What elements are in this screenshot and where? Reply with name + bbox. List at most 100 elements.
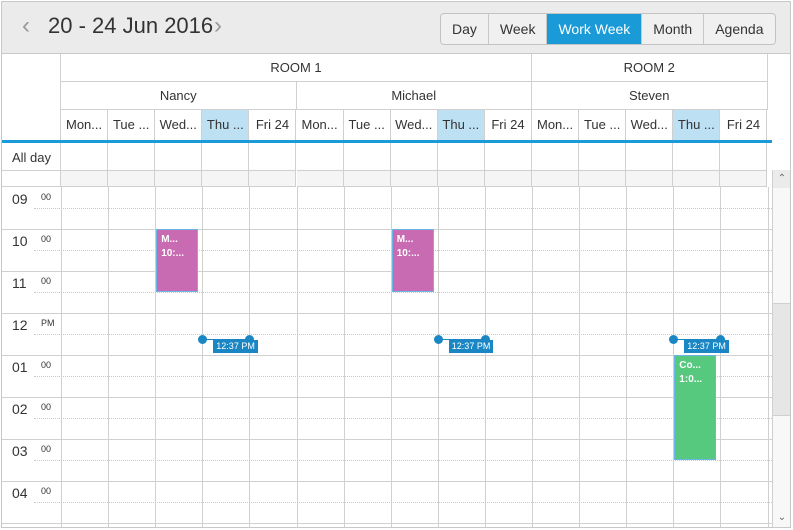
allday-gap-cell bbox=[437, 171, 485, 187]
view-button-week[interactable]: Week bbox=[489, 14, 548, 44]
day-header[interactable]: Tue ... bbox=[579, 110, 627, 140]
day-header[interactable]: Mon... bbox=[532, 110, 580, 140]
allday-cell[interactable] bbox=[437, 143, 485, 171]
scroll-down-icon[interactable]: ⌄ bbox=[773, 509, 790, 527]
allday-cell[interactable] bbox=[108, 143, 156, 171]
resource-header: Steven bbox=[532, 82, 768, 110]
allday-gap-cell bbox=[61, 171, 109, 187]
allday-cell[interactable] bbox=[202, 143, 250, 171]
view-button-work-week[interactable]: Work Week bbox=[547, 14, 643, 44]
day-header[interactable]: Tue ... bbox=[108, 110, 156, 140]
day-header[interactable]: Mon... bbox=[61, 110, 109, 140]
allday-cell[interactable] bbox=[61, 143, 109, 171]
day-header[interactable]: Wed... bbox=[155, 110, 203, 140]
view-button-month[interactable]: Month bbox=[642, 14, 705, 44]
day-header[interactable]: Fri 24 bbox=[484, 110, 532, 140]
appointment-title: M... bbox=[161, 234, 178, 245]
work-cell-column[interactable] bbox=[485, 187, 532, 527]
allday-gap-cell bbox=[673, 171, 721, 187]
day-header[interactable]: Wed... bbox=[390, 110, 438, 140]
work-cell-column[interactable] bbox=[438, 187, 485, 527]
work-cell-column[interactable] bbox=[249, 187, 296, 527]
work-cell-column[interactable] bbox=[532, 187, 579, 527]
appointment-time: 1:0... bbox=[679, 374, 703, 385]
allday-cell[interactable] bbox=[673, 143, 721, 171]
appointment-title: Co... bbox=[679, 360, 701, 371]
day-header[interactable]: Tue ... bbox=[343, 110, 391, 140]
allday-gap-cell bbox=[249, 171, 297, 187]
allday-cell[interactable] bbox=[626, 143, 674, 171]
scheduler-toolbar: ‹ 20 - 24 Jun 2016 › Day Week Work Week Mon… bbox=[2, 2, 790, 54]
allday-gap-cell bbox=[532, 171, 580, 187]
appointment-title: M... bbox=[396, 234, 414, 245]
work-cell-column[interactable] bbox=[344, 187, 391, 527]
resource-header: Michael bbox=[296, 82, 532, 110]
work-cell-column[interactable] bbox=[202, 187, 249, 527]
allday-cell[interactable] bbox=[155, 143, 203, 171]
work-cell-column[interactable] bbox=[720, 187, 767, 527]
allday-gap-cell bbox=[579, 171, 627, 187]
day-header[interactable]: Thu ... bbox=[673, 110, 721, 140]
chevron-left-icon[interactable]: ‹ bbox=[22, 14, 30, 38]
work-cell-column[interactable] bbox=[61, 187, 108, 527]
vertical-scrollbar[interactable]: ⌃ ⌄ bbox=[772, 170, 790, 527]
date-range-label[interactable]: 20 - 24 Jun 2016 bbox=[48, 13, 213, 39]
appointment[interactable]: Co... 1:0... bbox=[674, 355, 717, 460]
time-slot-hour: 01 bbox=[12, 359, 28, 375]
allday-cell[interactable] bbox=[343, 143, 391, 171]
allday-gap-cell bbox=[720, 171, 768, 187]
work-cell-column[interactable] bbox=[297, 187, 344, 527]
time-slot-minutes: 00 bbox=[41, 192, 52, 202]
allday-cell[interactable] bbox=[579, 143, 627, 171]
time-slot-minutes: 00 bbox=[41, 360, 52, 370]
allday-cell[interactable] bbox=[720, 143, 768, 171]
time-slot-minutes: 00 bbox=[41, 402, 52, 412]
appointment[interactable]: M... 10:... bbox=[156, 229, 199, 292]
time-slot-hour: 11 bbox=[12, 275, 27, 291]
work-cell-column[interactable] bbox=[108, 187, 155, 527]
day-header[interactable]: Mon... bbox=[296, 110, 344, 140]
scheduler: ‹ 20 - 24 Jun 2016 › Day Week Work Week Mon… bbox=[1, 1, 791, 528]
day-header[interactable]: Thu ... bbox=[437, 110, 485, 140]
time-slot-minutes: 00 bbox=[41, 486, 52, 496]
time-slot-minutes: PM bbox=[41, 318, 55, 328]
room-header: ROOM 1 bbox=[61, 54, 532, 82]
day-header[interactable]: Thu ... bbox=[202, 110, 250, 140]
time-slot-hour: 10 bbox=[12, 233, 28, 249]
gap-label-cell bbox=[2, 171, 61, 187]
scroll-thumb[interactable] bbox=[773, 303, 790, 416]
allday-gap-cell bbox=[296, 171, 344, 187]
allday-gap-cell bbox=[390, 171, 438, 187]
allday-gap-cell bbox=[343, 171, 391, 187]
chevron-right-icon[interactable]: › bbox=[214, 14, 222, 38]
header-divider bbox=[2, 140, 772, 143]
allday-cell[interactable] bbox=[296, 143, 344, 171]
appointment-time: 10:... bbox=[161, 248, 184, 259]
work-cell-column[interactable] bbox=[579, 187, 626, 527]
view-button-day[interactable]: Day bbox=[441, 14, 489, 44]
allday-gap-cell bbox=[202, 171, 250, 187]
allday-gap-cell bbox=[108, 171, 156, 187]
day-header[interactable]: Fri 24 bbox=[720, 110, 768, 140]
allday-cell[interactable] bbox=[484, 143, 532, 171]
allday-gap-cell bbox=[626, 171, 674, 187]
view-switcher: Day Week Work Week Month Agenda bbox=[440, 13, 776, 45]
allday-cell[interactable] bbox=[532, 143, 580, 171]
allday-gap-cell bbox=[484, 171, 532, 187]
time-slot-hour: 04 bbox=[12, 485, 28, 501]
appointment[interactable]: M... 10:... bbox=[391, 229, 434, 292]
work-cell-column[interactable] bbox=[626, 187, 673, 527]
current-time-label: 12:37 PM bbox=[448, 339, 494, 353]
day-header[interactable]: Wed... bbox=[626, 110, 674, 140]
day-column-divider bbox=[767, 187, 769, 527]
header-corner bbox=[2, 54, 61, 140]
room-header: ROOM 2 bbox=[532, 54, 768, 82]
day-header[interactable]: Fri 24 bbox=[249, 110, 297, 140]
appointment-time: 10:... bbox=[396, 248, 420, 259]
view-button-agenda[interactable]: Agenda bbox=[704, 14, 774, 44]
allday-cell[interactable] bbox=[390, 143, 438, 171]
time-slot-hour: 09 bbox=[12, 191, 28, 207]
scroll-up-icon[interactable]: ⌃ bbox=[773, 170, 790, 188]
allday-cell[interactable] bbox=[249, 143, 297, 171]
current-time-label: 12:37 PM bbox=[213, 339, 258, 353]
